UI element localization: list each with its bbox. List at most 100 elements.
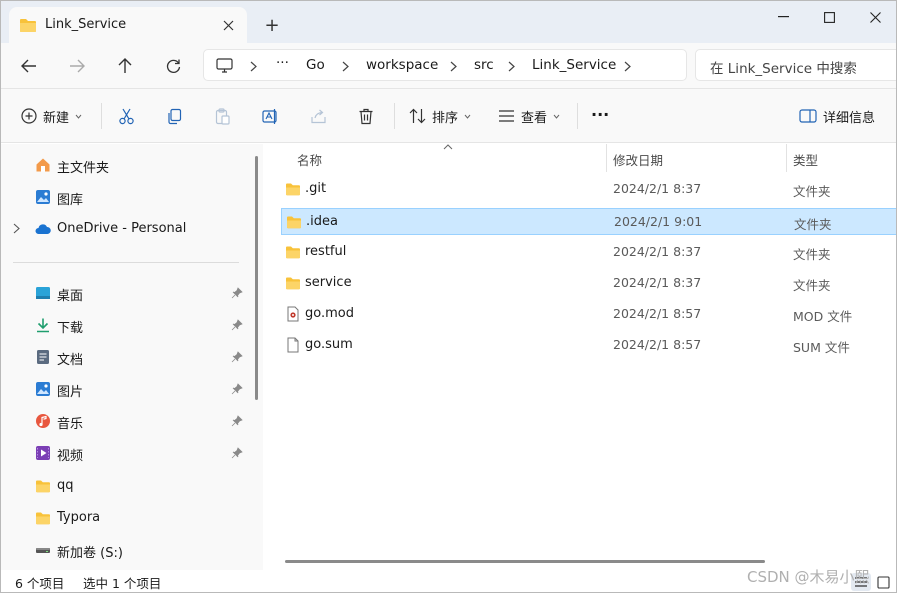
column-header-name[interactable]: 名称 xyxy=(297,150,322,169)
this-pc-icon xyxy=(216,58,233,76)
details-pane-icon xyxy=(799,109,817,123)
pin-icon xyxy=(231,351,243,363)
sidebar-item-label: 视频 xyxy=(57,449,84,464)
close-window-button[interactable] xyxy=(852,1,896,33)
copy-icon xyxy=(168,108,182,124)
chevron-right-icon xyxy=(13,223,20,234)
refresh-icon xyxy=(166,59,180,73)
back-arrow-icon xyxy=(21,59,36,73)
tab-link-service[interactable]: Link_Service xyxy=(9,7,247,43)
maximize-button[interactable] xyxy=(806,1,852,33)
trash-icon xyxy=(359,108,373,124)
sort-icon xyxy=(409,108,426,124)
sidebar-item-videos[interactable]: 视频 xyxy=(1,438,249,468)
navigation-pane: 主文件夹 图库 OneDrive - Personal 桌面 下载 文档 图片 … xyxy=(1,144,263,570)
share-button[interactable] xyxy=(310,103,327,129)
chevron-right-icon[interactable] xyxy=(450,60,457,75)
sidebar-item-drive-s[interactable]: 新加卷 (S:) xyxy=(1,535,249,565)
column-header-type[interactable]: 类型 xyxy=(793,150,818,169)
sidebar-item-pictures[interactable]: 图片 xyxy=(1,374,249,404)
back-button[interactable] xyxy=(16,53,42,79)
up-button[interactable] xyxy=(112,53,138,79)
column-divider[interactable] xyxy=(786,144,787,172)
chevron-right-icon[interactable] xyxy=(508,60,515,75)
refresh-button[interactable] xyxy=(160,53,186,79)
column-header-date[interactable]: 修改日期 xyxy=(613,150,663,169)
folder-icon xyxy=(36,480,50,493)
paste-button[interactable] xyxy=(214,103,231,129)
horizontal-scrollbar[interactable] xyxy=(285,560,765,563)
path-overflow-button[interactable]: ··· xyxy=(276,55,289,71)
search-box[interactable]: 在 Link_Service 中搜索 xyxy=(695,49,896,81)
sidebar-item-label: qq xyxy=(57,478,74,493)
file-list: 名称 修改日期 类型 .git 2024/2/1 8:37 文件夹 .idea … xyxy=(265,144,896,570)
pin-icon xyxy=(231,447,243,459)
chevron-right-icon[interactable] xyxy=(342,60,349,75)
table-row[interactable]: restful 2024/2/1 8:37 文件夹 xyxy=(281,239,896,266)
file-date: 2024/2/1 9:01 xyxy=(614,214,703,229)
music-icon xyxy=(36,414,50,428)
file-type: 文件夹 xyxy=(794,217,832,232)
sidebar-item-downloads[interactable]: 下载 xyxy=(1,310,249,340)
minimize-icon xyxy=(777,16,789,18)
table-row[interactable]: .git 2024/2/1 8:37 文件夹 xyxy=(281,176,896,203)
breadcrumb-workspace[interactable]: workspace xyxy=(366,57,438,73)
view-label: 查看 xyxy=(521,110,548,126)
chevron-right-icon[interactable] xyxy=(250,60,257,75)
file-name: .idea xyxy=(306,214,338,229)
sidebar-item-music[interactable]: 音乐 xyxy=(1,406,249,436)
chevron-down-icon xyxy=(464,114,471,119)
minimize-button[interactable] xyxy=(760,1,806,33)
tab-title: Link_Service xyxy=(45,17,127,32)
more-options-button[interactable]: ··· xyxy=(591,101,609,127)
sidebar-scrollbar[interactable] xyxy=(255,156,258,400)
file-date: 2024/2/1 8:57 xyxy=(613,306,702,321)
new-tab-button[interactable]: + xyxy=(261,14,283,36)
sidebar-item-gallery[interactable]: 图库 xyxy=(1,182,249,212)
sidebar-item-qq[interactable]: qq xyxy=(1,471,249,501)
selection-count: 选中 1 个项目 xyxy=(83,576,162,591)
sort-button[interactable]: 排序 xyxy=(409,103,471,129)
breadcrumb-link-service[interactable]: Link_Service xyxy=(532,57,616,73)
sidebar-item-documents[interactable]: 文档 xyxy=(1,342,249,372)
sidebar-item-desktop[interactable]: 桌面 xyxy=(1,278,249,308)
folder-icon xyxy=(286,246,300,259)
tiles-view-button[interactable] xyxy=(873,573,893,591)
table-row[interactable]: go.mod 2024/2/1 8:57 MOD 文件 xyxy=(281,301,896,328)
file-type: 文件夹 xyxy=(793,247,831,262)
column-divider[interactable] xyxy=(606,144,607,172)
view-lines-icon xyxy=(499,110,514,122)
file-name: restful xyxy=(305,244,347,259)
table-row[interactable]: service 2024/2/1 8:37 文件夹 xyxy=(281,270,896,297)
mod-file-icon xyxy=(287,306,299,322)
sidebar-item-label: 音乐 xyxy=(57,417,84,432)
forward-button[interactable] xyxy=(64,53,90,79)
scissors-icon xyxy=(119,108,134,124)
sidebar-item-typora[interactable]: Typora xyxy=(1,503,249,533)
table-row-selected[interactable]: .idea 2024/2/1 9:01 文件夹 xyxy=(281,208,896,235)
file-date: 2024/2/1 8:57 xyxy=(613,337,702,352)
view-button[interactable]: 查看 xyxy=(498,103,560,129)
details-pane-button[interactable]: 详细信息 xyxy=(799,103,875,129)
copy-button[interactable] xyxy=(166,103,183,129)
onedrive-cloud-icon xyxy=(35,224,51,234)
sidebar-item-onedrive[interactable]: OneDrive - Personal xyxy=(1,214,249,244)
up-arrow-icon xyxy=(118,58,132,73)
search-input[interactable]: 在 Link_Service 中搜索 xyxy=(710,57,857,77)
breadcrumb-src[interactable]: src xyxy=(474,57,494,73)
toolbar-divider xyxy=(101,103,102,129)
details-label: 详细信息 xyxy=(823,110,876,126)
new-button[interactable]: 新建 xyxy=(21,103,82,129)
close-tab-icon[interactable] xyxy=(217,14,239,36)
desktop-icon xyxy=(36,287,50,299)
chevron-right-icon[interactable] xyxy=(624,60,631,75)
table-row[interactable]: go.sum 2024/2/1 8:57 SUM 文件 xyxy=(281,332,896,359)
sidebar-item-home[interactable]: 主文件夹 xyxy=(1,150,249,180)
breadcrumb-go[interactable]: Go xyxy=(306,57,325,73)
toolbar-divider xyxy=(577,103,578,129)
delete-button[interactable] xyxy=(358,103,374,129)
rename-button[interactable] xyxy=(262,103,279,129)
cut-button[interactable] xyxy=(118,103,135,129)
address-bar[interactable]: ··· Go workspace src Link_Service xyxy=(203,49,687,81)
folder-icon xyxy=(19,17,37,36)
